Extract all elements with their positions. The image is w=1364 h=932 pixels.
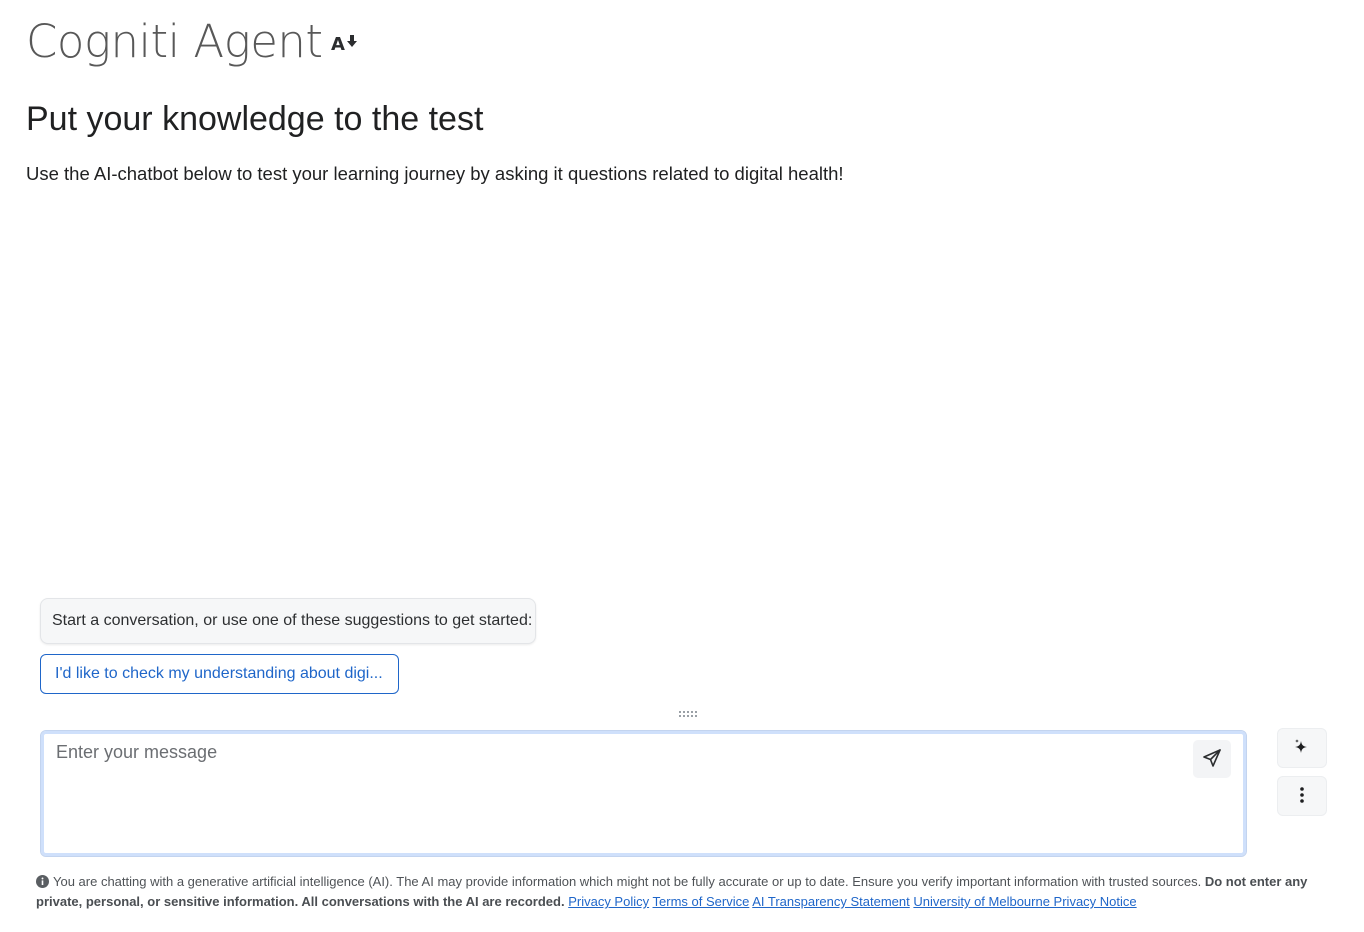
page: Cogniti Agent A Put your knowledge to th… (0, 0, 1364, 932)
app-title: Cogniti Agent (26, 15, 323, 68)
message-composer (40, 730, 1247, 857)
suggestions-header: Start a conversation, or use one of thes… (40, 598, 536, 644)
disclaimer-text: You are chatting with a generative artif… (53, 874, 1202, 889)
ai-disclaimer: You are chatting with a generative artif… (36, 872, 1326, 912)
app-header: Cogniti Agent A (26, 14, 359, 70)
ai-assist-button[interactable] (1277, 728, 1327, 768)
privacy-policy-link[interactable]: Privacy Policy (568, 894, 649, 909)
send-button[interactable] (1193, 740, 1231, 778)
sparkles-icon (1293, 738, 1311, 759)
message-input[interactable] (46, 736, 1186, 846)
more-vertical-icon (1299, 786, 1305, 807)
terms-of-service-link[interactable]: Terms of Service (653, 894, 750, 909)
university-privacy-notice-link[interactable]: University of Melbourne Privacy Notice (913, 894, 1136, 909)
page-intro: Use the AI-chatbot below to test your le… (26, 163, 844, 184)
send-icon (1202, 748, 1222, 771)
svg-text:A: A (331, 34, 345, 53)
resize-handle-icon[interactable] (679, 705, 697, 717)
more-options-button[interactable] (1277, 776, 1327, 816)
page-heading: Put your knowledge to the test (26, 100, 484, 138)
suggestions-header-text: Start a conversation, or use one of thes… (52, 612, 533, 629)
info-icon (36, 874, 49, 888)
suggestion-chip-label: I'd like to check my understanding about… (55, 665, 383, 682)
suggestion-chip[interactable]: I'd like to check my understanding about… (40, 654, 399, 694)
text-size-down-icon[interactable]: A (331, 31, 359, 55)
ai-transparency-link[interactable]: AI Transparency Statement (752, 894, 910, 909)
